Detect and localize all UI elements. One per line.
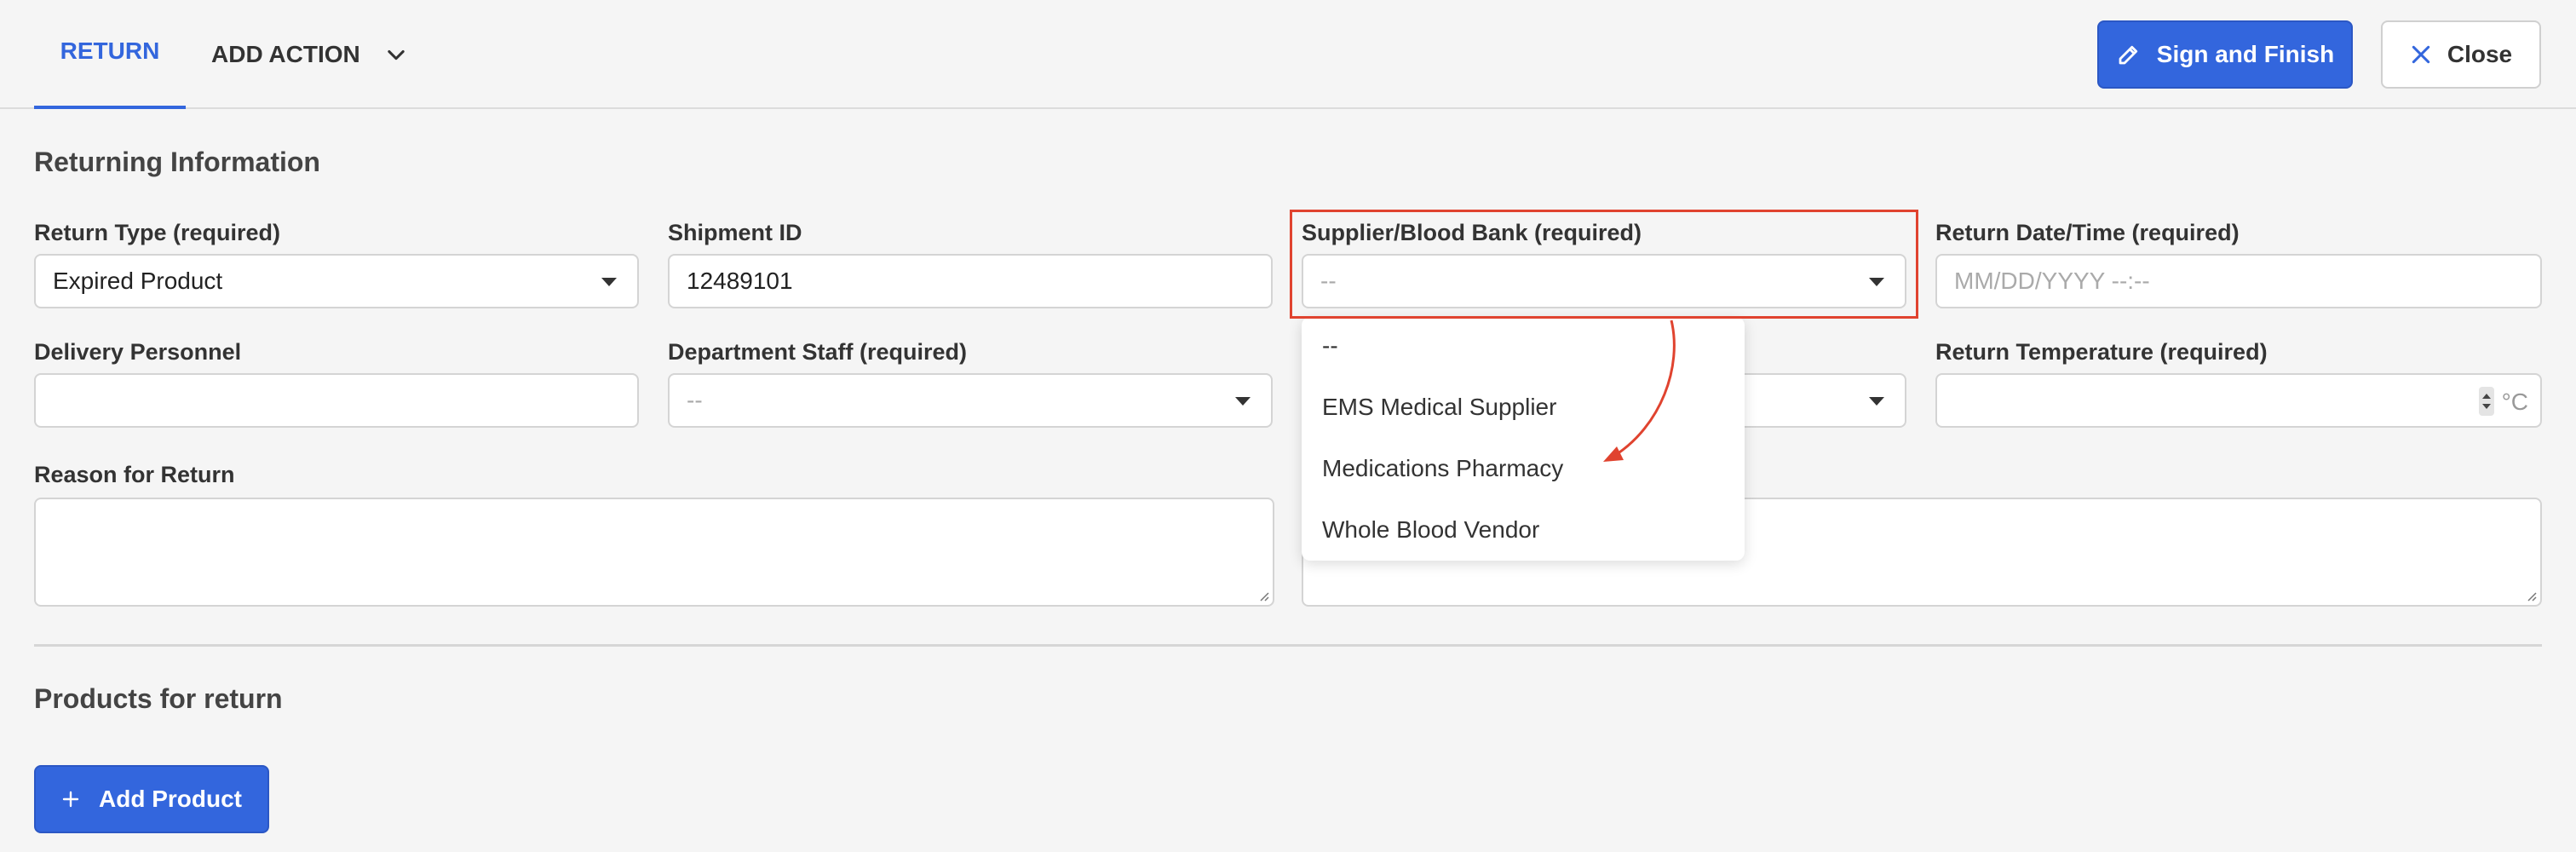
shipment-id-input[interactable]: 12489101: [668, 254, 1273, 308]
returning-information-title: Returning Information: [34, 147, 320, 177]
department-staff-label: Department Staff (required): [668, 339, 968, 365]
dropdown-option[interactable]: --: [1322, 332, 1338, 360]
tab-add-action[interactable]: ADD ACTION: [211, 0, 408, 109]
add-product-button[interactable]: Add Product: [34, 765, 269, 833]
return-temperature-label: Return Temperature (required): [1935, 339, 2268, 365]
reason-for-return-label: Reason for Return: [34, 462, 235, 487]
shipment-id-label: Shipment ID: [668, 220, 802, 245]
caret-down-icon: [1235, 397, 1251, 406]
pen-icon: [2119, 45, 2137, 65]
return-datetime-label: Return Date/Time (required): [1935, 220, 2240, 245]
department-staff-value: --: [687, 387, 703, 413]
chevron-down-icon: [388, 49, 405, 60]
sign-and-finish-label: Sign and Finish: [2156, 41, 2335, 67]
return-temperature-input[interactable]: °C: [1935, 373, 2542, 428]
return-datetime-placeholder: MM/DD/YYYY --:--: [1954, 268, 2150, 294]
dropdown-option[interactable]: Medications Pharmacy: [1322, 455, 1563, 482]
return-type-value: Expired Product: [53, 268, 223, 294]
department-staff-select[interactable]: --: [668, 373, 1273, 428]
add-product-label: Add Product: [99, 786, 242, 812]
dropdown-option[interactable]: EMS Medical Supplier: [1322, 394, 1556, 421]
tab-add-action-label: ADD ACTION: [211, 41, 360, 67]
plus-icon: [62, 791, 79, 808]
tab-return[interactable]: RETURN: [34, 0, 186, 109]
annotation-highlight-box: [1290, 210, 1918, 319]
section-divider: [34, 644, 2542, 647]
close-button[interactable]: Close: [2381, 20, 2541, 89]
dropdown-option[interactable]: Whole Blood Vendor: [1322, 516, 1539, 544]
products-for-return-title: Products for return: [34, 683, 283, 714]
tab-return-label: RETURN: [60, 37, 160, 64]
spinner-icon[interactable]: [2479, 387, 2494, 416]
supplier-dropdown-menu: -- EMS Medical Supplier Medications Phar…: [1302, 317, 1745, 561]
resize-grip-icon[interactable]: [2525, 590, 2537, 602]
close-icon: [2412, 45, 2430, 64]
resize-grip-icon[interactable]: [1257, 590, 1269, 602]
temperature-unit: °C: [2501, 389, 2528, 415]
sign-and-finish-button[interactable]: Sign and Finish: [2097, 20, 2353, 89]
delivery-personnel-input[interactable]: [34, 373, 639, 428]
close-label: Close: [2447, 41, 2513, 67]
caret-down-icon: [601, 278, 617, 286]
caret-down-icon: [1869, 397, 1884, 406]
top-bar: RETURN ADD ACTION Sign and Finish Close: [0, 0, 2576, 109]
return-datetime-input[interactable]: MM/DD/YYYY --:--: [1935, 254, 2542, 308]
return-type-select[interactable]: Expired Product: [34, 254, 639, 308]
delivery-personnel-label: Delivery Personnel: [34, 339, 242, 365]
reason-for-return-textarea[interactable]: [34, 498, 1274, 607]
shipment-id-value: 12489101: [687, 268, 793, 294]
return-type-label: Return Type (required): [34, 220, 281, 245]
